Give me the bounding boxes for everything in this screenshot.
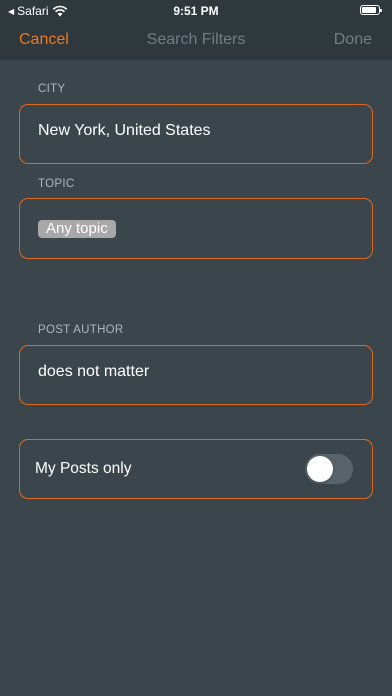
my-posts-row: My Posts only [19,439,373,499]
topic-field[interactable]: Any topic [19,198,373,259]
my-posts-toggle[interactable] [305,454,353,484]
status-bar: ◀ Safari 9:51 PM [0,0,392,22]
navigation-bar: Cancel Search Filters Done [0,22,392,60]
topic-section-label: TOPIC [38,178,75,190]
city-field[interactable]: New York, United States [19,104,373,164]
battery-level [362,7,376,13]
topic-chip[interactable]: Any topic [38,220,116,238]
toggle-knob [307,456,333,482]
done-button[interactable]: Done [334,31,372,49]
post-author-value: does not matter [38,363,150,380]
my-posts-label: My Posts only [35,460,132,477]
city-value: New York, United States [38,122,211,139]
battery-icon [360,5,382,15]
post-author-section-label: POST AUTHOR [38,324,124,336]
status-time: 9:51 PM [173,4,219,18]
post-author-field[interactable]: does not matter [19,345,373,405]
city-section-label: CITY [38,83,66,95]
